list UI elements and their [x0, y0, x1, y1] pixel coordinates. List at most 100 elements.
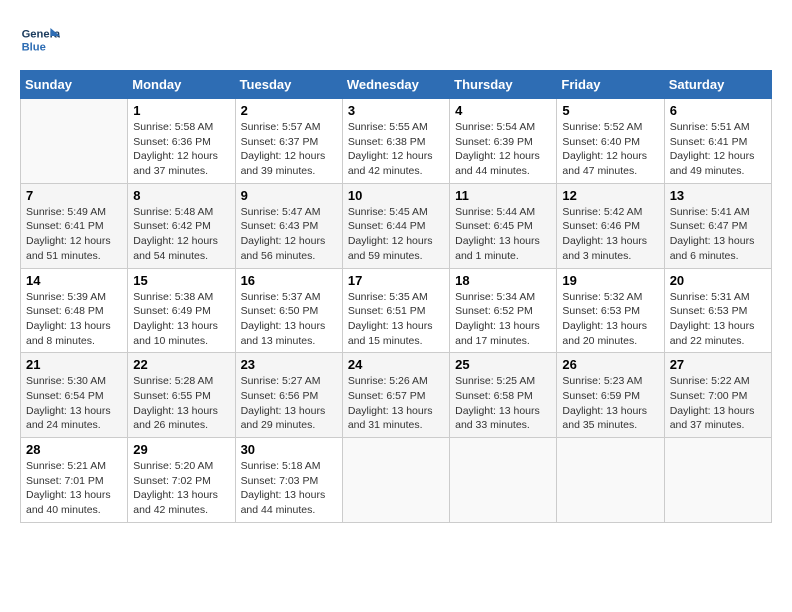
calendar-header-row: SundayMondayTuesdayWednesdayThursdayFrid… — [21, 71, 772, 99]
day-number: 5 — [562, 103, 658, 118]
day-number: 12 — [562, 188, 658, 203]
calendar-cell: 12 Sunrise: 5:42 AM Sunset: 6:46 PM Dayli… — [557, 183, 664, 268]
calendar-cell: 8Sunrise: 5:48 AM Sunset: 6:42 PM Daylig… — [128, 183, 235, 268]
calendar-cell: 4 Sunrise: 5:54 AM Sunset: 6:39 PM Daylig… — [450, 99, 557, 184]
day-info: Sunrise: 5:34 AM Sunset: 6:52 PM Dayligh… — [455, 290, 551, 349]
day-info: Sunrise: 5:44 AM Sunset: 6:45 PM Dayligh… — [455, 205, 551, 264]
day-number: 10 — [348, 188, 444, 203]
calendar-cell: 28Sunrise: 5:21 AM Sunset: 7:01 PM Dayli… — [21, 438, 128, 523]
weekday-header: Wednesday — [342, 71, 449, 99]
logo: General Blue — [20, 20, 64, 60]
day-number: 15 — [133, 273, 229, 288]
calendar-table: SundayMondayTuesdayWednesdayThursdayFrid… — [20, 70, 772, 523]
day-info: Sunrise: 5:18 AM Sunset: 7:03 PM Dayligh… — [241, 459, 337, 518]
day-info: Sunrise: 5:52 AM Sunset: 6:40 PM Dayligh… — [562, 120, 658, 179]
day-info: Sunrise: 5:41 AM Sunset: 6:47 PM Dayligh… — [670, 205, 766, 264]
day-number: 11 — [455, 188, 551, 203]
day-number: 3 — [348, 103, 444, 118]
day-number: 20 — [670, 273, 766, 288]
weekday-header: Monday — [128, 71, 235, 99]
day-info: Sunrise: 5:32 AM Sunset: 6:53 PM Dayligh… — [562, 290, 658, 349]
day-info: Sunrise: 5:23 AM Sunset: 6:59 PM Dayligh… — [562, 374, 658, 433]
calendar-cell: 25 Sunrise: 5:25 AM Sunset: 6:58 PM Dayli… — [450, 353, 557, 438]
calendar-cell: 3 Sunrise: 5:55 AM Sunset: 6:38 PM Daylig… — [342, 99, 449, 184]
weekday-header: Friday — [557, 71, 664, 99]
calendar-cell: 24Sunrise: 5:26 AM Sunset: 6:57 PM Dayli… — [342, 353, 449, 438]
calendar-cell: 26Sunrise: 5:23 AM Sunset: 6:59 PM Dayli… — [557, 353, 664, 438]
day-number: 21 — [26, 357, 122, 372]
calendar-cell — [450, 438, 557, 523]
calendar-week-row: 1 Sunrise: 5:58 AM Sunset: 6:36 PM Daylig… — [21, 99, 772, 184]
calendar-cell: 21 Sunrise: 5:30 AM Sunset: 6:54 PM Dayli… — [21, 353, 128, 438]
calendar-cell: 30 Sunrise: 5:18 AM Sunset: 7:03 PM Dayli… — [235, 438, 342, 523]
calendar-cell: 29 Sunrise: 5:20 AM Sunset: 7:02 PM Dayli… — [128, 438, 235, 523]
calendar-cell: 6 Sunrise: 5:51 AM Sunset: 6:41 PM Daylig… — [664, 99, 771, 184]
day-number: 23 — [241, 357, 337, 372]
day-info: Sunrise: 5:37 AM Sunset: 6:50 PM Dayligh… — [241, 290, 337, 349]
day-info: Sunrise: 5:49 AM Sunset: 6:41 PM Dayligh… — [26, 205, 122, 264]
day-info: Sunrise: 5:48 AM Sunset: 6:42 PM Dayligh… — [133, 205, 229, 264]
day-number: 13 — [670, 188, 766, 203]
calendar-cell: 22Sunrise: 5:28 AM Sunset: 6:55 PM Dayli… — [128, 353, 235, 438]
day-number: 29 — [133, 442, 229, 457]
day-info: Sunrise: 5:30 AM Sunset: 6:54 PM Dayligh… — [26, 374, 122, 433]
calendar-cell — [557, 438, 664, 523]
day-number: 30 — [241, 442, 337, 457]
day-info: Sunrise: 5:28 AM Sunset: 6:55 PM Dayligh… — [133, 374, 229, 433]
calendar-cell: 10 Sunrise: 5:45 AM Sunset: 6:44 PM Dayli… — [342, 183, 449, 268]
day-info: Sunrise: 5:55 AM Sunset: 6:38 PM Dayligh… — [348, 120, 444, 179]
day-number: 18 — [455, 273, 551, 288]
day-info: Sunrise: 5:58 AM Sunset: 6:36 PM Dayligh… — [133, 120, 229, 179]
day-number: 2 — [241, 103, 337, 118]
day-number: 16 — [241, 273, 337, 288]
day-info: Sunrise: 5:35 AM Sunset: 6:51 PM Dayligh… — [348, 290, 444, 349]
calendar-cell: 5 Sunrise: 5:52 AM Sunset: 6:40 PM Daylig… — [557, 99, 664, 184]
calendar-week-row: 21 Sunrise: 5:30 AM Sunset: 6:54 PM Dayli… — [21, 353, 772, 438]
day-number: 25 — [455, 357, 551, 372]
day-number: 14 — [26, 273, 122, 288]
calendar-cell: 20Sunrise: 5:31 AM Sunset: 6:53 PM Dayli… — [664, 268, 771, 353]
day-info: Sunrise: 5:54 AM Sunset: 6:39 PM Dayligh… — [455, 120, 551, 179]
calendar-body: 1 Sunrise: 5:58 AM Sunset: 6:36 PM Daylig… — [21, 99, 772, 523]
calendar-cell: 23 Sunrise: 5:27 AM Sunset: 6:56 PM Dayli… — [235, 353, 342, 438]
calendar-cell — [342, 438, 449, 523]
day-info: Sunrise: 5:51 AM Sunset: 6:41 PM Dayligh… — [670, 120, 766, 179]
calendar-cell: 18 Sunrise: 5:34 AM Sunset: 6:52 PM Dayli… — [450, 268, 557, 353]
day-info: Sunrise: 5:42 AM Sunset: 6:46 PM Dayligh… — [562, 205, 658, 264]
calendar-cell: 9Sunrise: 5:47 AM Sunset: 6:43 PM Daylig… — [235, 183, 342, 268]
day-number: 28 — [26, 442, 122, 457]
calendar-cell: 17 Sunrise: 5:35 AM Sunset: 6:51 PM Dayli… — [342, 268, 449, 353]
calendar-cell: 16 Sunrise: 5:37 AM Sunset: 6:50 PM Dayli… — [235, 268, 342, 353]
day-info: Sunrise: 5:25 AM Sunset: 6:58 PM Dayligh… — [455, 374, 551, 433]
day-info: Sunrise: 5:39 AM Sunset: 6:48 PM Dayligh… — [26, 290, 122, 349]
day-number: 9 — [241, 188, 337, 203]
calendar-cell: 13 Sunrise: 5:41 AM Sunset: 6:47 PM Dayli… — [664, 183, 771, 268]
calendar-cell: 19 Sunrise: 5:32 AM Sunset: 6:53 PM Dayli… — [557, 268, 664, 353]
calendar-cell — [21, 99, 128, 184]
day-info: Sunrise: 5:22 AM Sunset: 7:00 PM Dayligh… — [670, 374, 766, 433]
day-number: 19 — [562, 273, 658, 288]
day-info: Sunrise: 5:27 AM Sunset: 6:56 PM Dayligh… — [241, 374, 337, 433]
day-number: 1 — [133, 103, 229, 118]
calendar-cell: 2 Sunrise: 5:57 AM Sunset: 6:37 PM Daylig… — [235, 99, 342, 184]
day-info: Sunrise: 5:57 AM Sunset: 6:37 PM Dayligh… — [241, 120, 337, 179]
calendar-cell: 1 Sunrise: 5:58 AM Sunset: 6:36 PM Daylig… — [128, 99, 235, 184]
day-number: 4 — [455, 103, 551, 118]
calendar-week-row: 7Sunrise: 5:49 AM Sunset: 6:41 PM Daylig… — [21, 183, 772, 268]
svg-text:Blue: Blue — [22, 41, 46, 53]
day-info: Sunrise: 5:26 AM Sunset: 6:57 PM Dayligh… — [348, 374, 444, 433]
calendar-cell: 27Sunrise: 5:22 AM Sunset: 7:00 PM Dayli… — [664, 353, 771, 438]
weekday-header: Saturday — [664, 71, 771, 99]
weekday-header: Tuesday — [235, 71, 342, 99]
calendar-cell: 14 Sunrise: 5:39 AM Sunset: 6:48 PM Dayli… — [21, 268, 128, 353]
weekday-header: Sunday — [21, 71, 128, 99]
day-number: 17 — [348, 273, 444, 288]
calendar-week-row: 28Sunrise: 5:21 AM Sunset: 7:01 PM Dayli… — [21, 438, 772, 523]
page-header: General Blue — [20, 20, 772, 60]
day-info: Sunrise: 5:45 AM Sunset: 6:44 PM Dayligh… — [348, 205, 444, 264]
calendar-cell: 11 Sunrise: 5:44 AM Sunset: 6:45 PM Dayli… — [450, 183, 557, 268]
calendar-week-row: 14 Sunrise: 5:39 AM Sunset: 6:48 PM Dayli… — [21, 268, 772, 353]
day-info: Sunrise: 5:20 AM Sunset: 7:02 PM Dayligh… — [133, 459, 229, 518]
calendar-cell — [664, 438, 771, 523]
day-number: 6 — [670, 103, 766, 118]
